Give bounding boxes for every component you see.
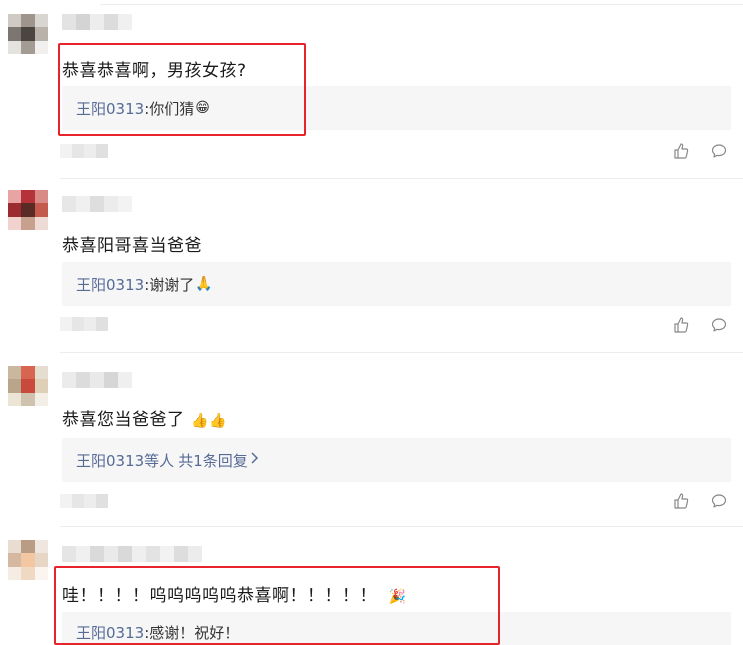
comment-divider bbox=[100, 4, 743, 5]
comment-divider bbox=[60, 526, 743, 527]
comment-time bbox=[60, 494, 108, 508]
highlight-box bbox=[58, 43, 306, 136]
comment-time bbox=[60, 317, 108, 331]
comment-text-body: 恭喜您当爸爸了 bbox=[62, 410, 185, 430]
highlight-box bbox=[54, 566, 500, 645]
commenter-name[interactable] bbox=[62, 546, 202, 562]
reply-author[interactable]: 王阳0313等人 bbox=[76, 450, 174, 471]
commenter-name[interactable] bbox=[62, 196, 132, 212]
view-replies-link[interactable]: 共1条回复 bbox=[178, 450, 248, 471]
comment-bubble-icon[interactable] bbox=[711, 143, 727, 159]
comment-bubble-icon[interactable] bbox=[711, 317, 727, 333]
comment-time bbox=[60, 144, 108, 158]
comment-bubble-icon[interactable] bbox=[711, 493, 727, 509]
comment-actions bbox=[673, 143, 727, 159]
reply-box[interactable]: 王阳0313 :谢谢了 🙏 bbox=[62, 262, 731, 306]
comment-actions bbox=[673, 317, 727, 333]
comment-actions bbox=[673, 493, 727, 509]
comment-text: 恭喜您当爸爸了 👍👍 bbox=[62, 405, 227, 430]
comment-text: 恭喜阳哥喜当爸爸 bbox=[62, 236, 202, 256]
comment-divider bbox=[60, 352, 743, 353]
thumbs-up-icon[interactable] bbox=[673, 493, 689, 509]
avatar[interactable] bbox=[8, 366, 48, 406]
comment-divider bbox=[60, 178, 743, 179]
reply-text: :谢谢了 bbox=[144, 275, 195, 294]
avatar[interactable] bbox=[8, 14, 48, 54]
reply-author[interactable]: 王阳0313 bbox=[76, 274, 144, 295]
pray-emoji-icon: 🙏 bbox=[195, 276, 213, 292]
commenter-name[interactable] bbox=[62, 372, 132, 388]
thumbs-up-icon[interactable] bbox=[673, 143, 689, 159]
avatar[interactable] bbox=[8, 540, 48, 580]
thumbs-up-icon[interactable] bbox=[673, 317, 689, 333]
comment-item: 恭喜恭喜啊，男孩女孩? 王阳0313 :你们猜 😁 bbox=[0, 0, 743, 178]
comment-item: 恭喜阳哥喜当爸爸 王阳0313 :谢谢了 🙏 bbox=[0, 178, 743, 352]
thumbs-up-emoji-icon: 👍👍 bbox=[191, 413, 228, 429]
comment-item: 恭喜您当爸爸了 👍👍 王阳0313等人 共1条回复 bbox=[0, 352, 743, 526]
reply-line: 王阳0313等人 共1条回复 bbox=[76, 438, 260, 482]
avatar[interactable] bbox=[8, 190, 48, 230]
comment-list: 恭喜恭喜啊，男孩女孩? 王阳0313 :你们猜 😁 恭喜阳哥喜当爸爸 王阳031… bbox=[0, 0, 743, 645]
reply-box[interactable]: 王阳0313等人 共1条回复 bbox=[62, 438, 731, 482]
commenter-name[interactable] bbox=[62, 14, 132, 30]
comment-item: 哇！！！！呜呜呜呜呜恭喜啊！！！！！ 🎉 王阳0313 :感谢！祝好！ bbox=[0, 526, 743, 645]
reply-line: 王阳0313 :谢谢了 🙏 bbox=[76, 262, 213, 306]
chevron-right-icon bbox=[250, 451, 260, 469]
